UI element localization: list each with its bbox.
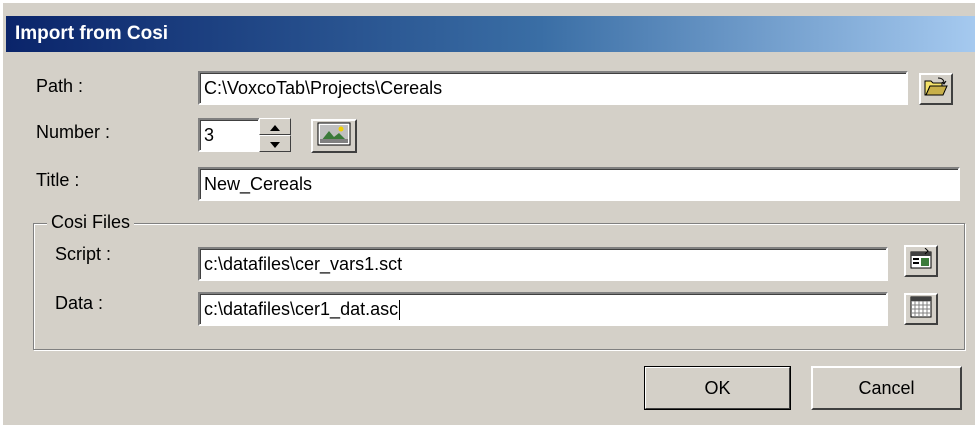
ok-button[interactable]: OK: [644, 366, 791, 410]
script-label: Script :: [55, 244, 112, 264]
cosi-files-group: [33, 223, 965, 350]
dialog-title-bar: Import from Cosi: [6, 16, 975, 52]
dialog-title: Import from Cosi: [15, 23, 169, 44]
folder-open-icon: [924, 77, 948, 102]
number-label: Number :: [36, 122, 111, 142]
title-label: Title :: [36, 170, 80, 190]
cosi-files-group-label: Cosi Files: [47, 211, 135, 233]
spin-down-button[interactable]: [259, 135, 291, 152]
script-file-button[interactable]: [904, 245, 938, 277]
image-picker-icon: [317, 122, 351, 151]
number-picker-button[interactable]: [311, 119, 357, 153]
data-label: Data :: [55, 293, 104, 313]
data-grid-icon: [910, 296, 932, 323]
data-file-button[interactable]: [904, 293, 938, 325]
data-input[interactable]: c:\datafiles\cer1_dat.asc: [198, 292, 888, 326]
data-input-value: c:\datafiles\cer1_dat.asc: [204, 299, 399, 319]
path-label: Path :: [36, 76, 84, 96]
title-input[interactable]: New_Cereals: [198, 167, 960, 201]
path-input[interactable]: C:\VoxcoTab\Projects\Cereals: [198, 71, 908, 105]
script-file-icon: [909, 247, 933, 275]
import-dialog: Import from Cosi Path : C:\VoxcoTab\Proj…: [0, 0, 975, 425]
spin-up-button[interactable]: [259, 118, 291, 135]
script-input[interactable]: c:\datafiles\cer_vars1.sct: [198, 247, 888, 281]
browse-path-button[interactable]: [919, 73, 953, 105]
text-caret: [399, 300, 401, 321]
arrow-down-icon: [270, 135, 280, 153]
cancel-button[interactable]: Cancel: [811, 366, 962, 410]
arrow-up-icon: [270, 118, 280, 136]
number-spinner: [259, 118, 291, 152]
number-input[interactable]: 3: [198, 118, 260, 152]
